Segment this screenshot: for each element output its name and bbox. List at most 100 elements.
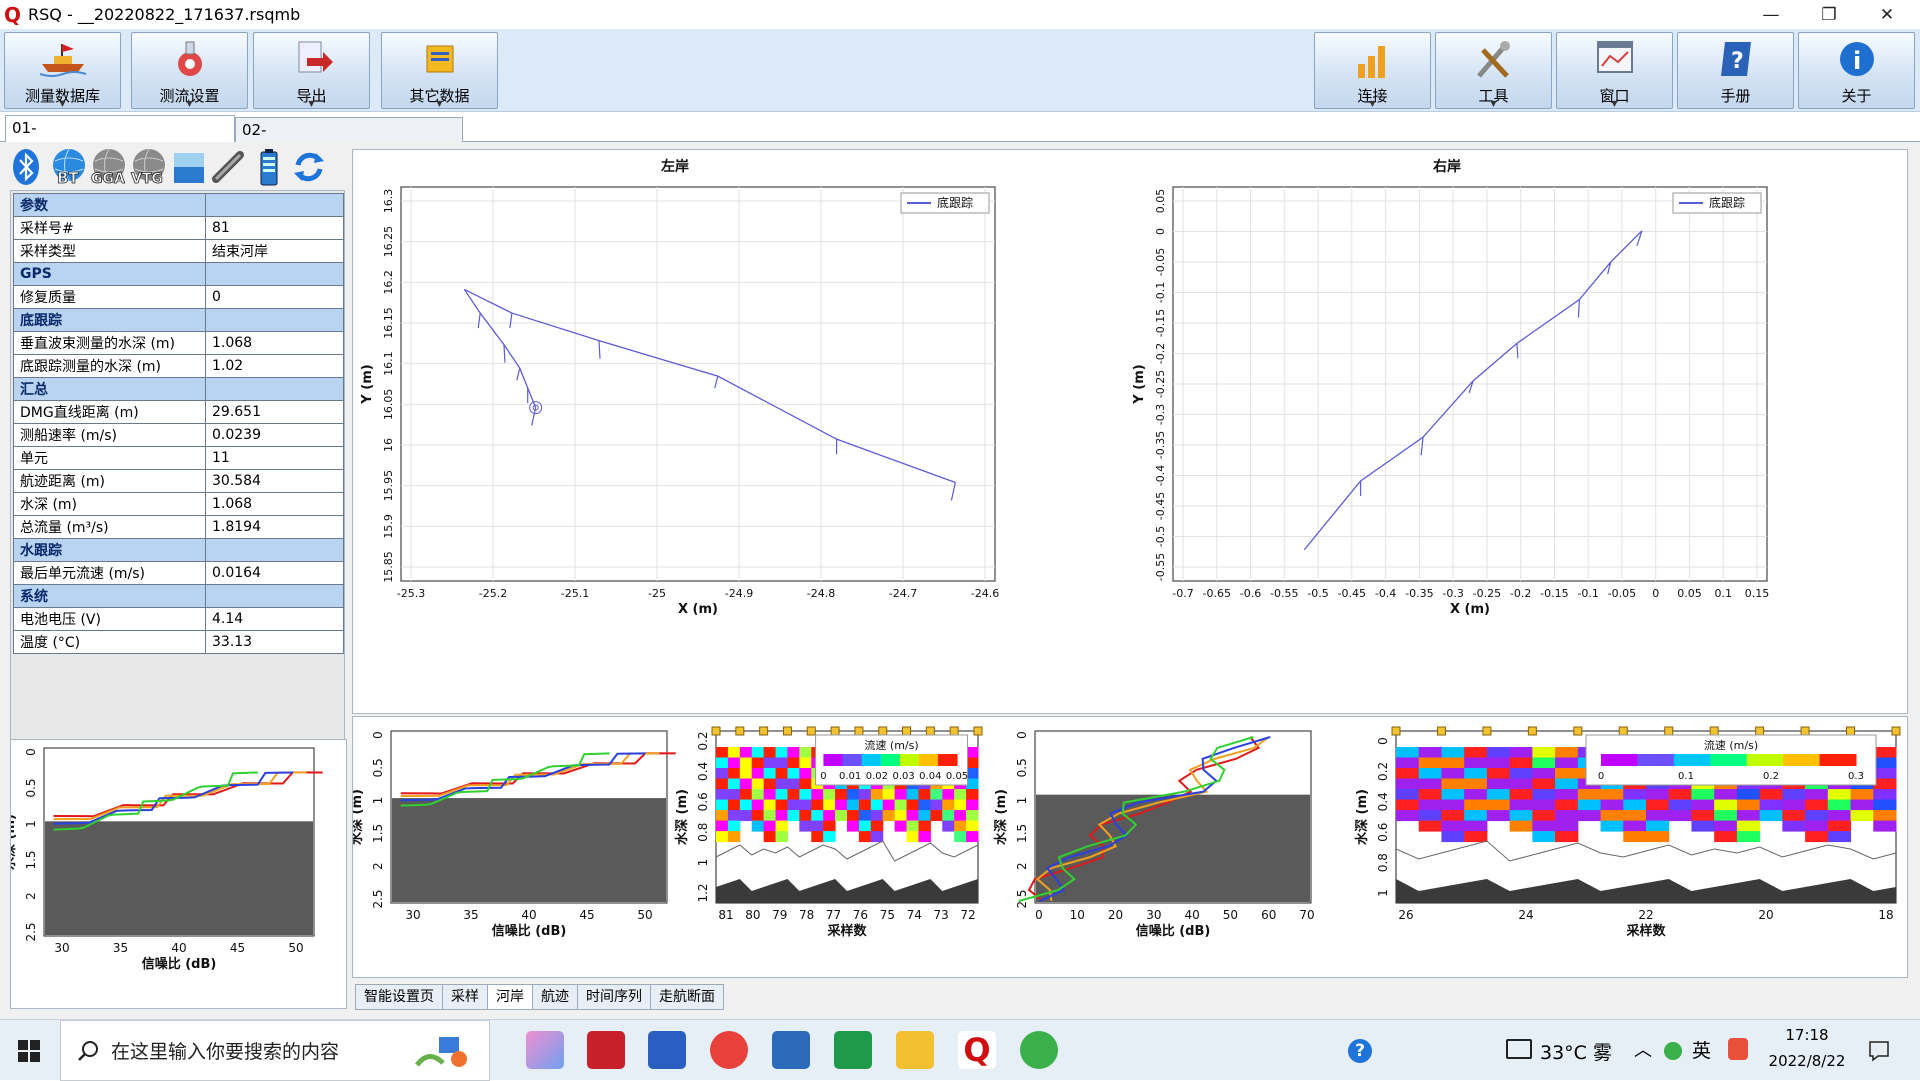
x-tick-label: 18 [1878, 908, 1893, 922]
colorbar-swatch [918, 754, 939, 766]
velocity-cell [1805, 789, 1829, 801]
weather-text[interactable]: 33°C 雾 [1540, 1038, 1612, 1065]
velocity-cell [1600, 810, 1624, 822]
x-axis-label: 信噪比 (dB) [492, 923, 567, 939]
velocity-cell [966, 789, 979, 801]
riverbed-area [45, 821, 313, 935]
param-key: 水深 (m) [13, 492, 206, 516]
y-tick-label: 15.95 [382, 470, 395, 502]
y-tick-label: -0.45 [1154, 492, 1167, 520]
y-tick-label: 15.9 [382, 514, 395, 539]
param-key: 修复质量 [13, 285, 206, 309]
taskbar-app-cloud-icon[interactable] [710, 1031, 748, 1069]
velocity-cell [1509, 799, 1533, 811]
taskbar-app-wechat-icon[interactable] [1020, 1031, 1058, 1069]
ensemble-marker [1846, 726, 1856, 736]
window-button[interactable]: 窗口 ▼ [1556, 32, 1673, 109]
close-button[interactable]: ✕ [1858, 0, 1916, 29]
velocity-cell [1555, 810, 1579, 822]
database-button[interactable]: 测量数据库 ▼ [4, 32, 121, 109]
velocity-cell [882, 810, 896, 822]
about-info-icon: i [1839, 42, 1874, 76]
velocity-cell [1396, 757, 1420, 769]
velocity-cell [1441, 778, 1465, 790]
velocity-cell [858, 831, 872, 843]
tab-transect-01[interactable]: 01-Transect_20220822171218 [5, 115, 235, 161]
notification-icon[interactable] [1868, 1040, 1890, 1062]
other-data-button[interactable]: 其它数据 ▼ [381, 32, 498, 109]
colorbar: 流速 (m/s) 0 0.1 0.2 0.3 [1585, 734, 1877, 786]
y-tick-label: 0.5 [24, 778, 38, 797]
taskbar-app-feishu-icon[interactable] [526, 1031, 564, 1069]
velocity-cell [1396, 799, 1420, 811]
x-tick-label: 35 [463, 908, 478, 922]
taskbar-search[interactable]: 在这里输入你要搜索的内容 [60, 1020, 490, 1081]
x-tick-label: 0.15 [1745, 587, 1770, 600]
velocity-cell [787, 768, 800, 780]
minimize-button[interactable]: — [1742, 0, 1800, 29]
velocity-cell [1418, 778, 1442, 790]
view-tab-3[interactable]: 航迹 [532, 984, 578, 1010]
view-tab-0[interactable]: 智能设置页 [355, 984, 443, 1010]
x-tick-label: -0.4 [1375, 587, 1396, 600]
bt-label: BT [57, 169, 79, 187]
velocity-cell [1668, 810, 1692, 822]
tools-button[interactable]: 工具 ▼ [1435, 32, 1552, 109]
news-widget-icon[interactable] [1506, 1039, 1532, 1059]
manual-button[interactable]: ? 手册 [1677, 32, 1794, 109]
connect-button[interactable]: 连接 ▼ [1314, 32, 1431, 109]
velocity-cell [775, 799, 788, 811]
velocity-cell [1555, 768, 1579, 780]
clock-time[interactable]: 17:18 [1772, 1026, 1842, 1044]
search-icon [78, 1041, 98, 1061]
velocity-cell [847, 820, 860, 832]
tray-chevron-icon[interactable]: ︿ [1634, 1036, 1652, 1062]
help-icon[interactable]: ? [1348, 1039, 1372, 1063]
taskbar-app-monitor-icon[interactable] [772, 1031, 810, 1069]
y-tick-label: 16.25 [382, 226, 395, 258]
about-button[interactable]: i 关于 [1798, 32, 1915, 109]
export-button[interactable]: 导出 ▼ [253, 32, 370, 109]
x-tick-label: 10 [1070, 908, 1085, 922]
view-tab-1[interactable]: 采样 [442, 984, 488, 1010]
taskbar-app-explorer-icon[interactable] [896, 1031, 934, 1069]
y-tick-label: 16.2 [382, 270, 395, 295]
windows-start-icon[interactable] [18, 1040, 40, 1062]
y-axis-label: Y (m) [1132, 364, 1147, 404]
velocity-cell [1555, 778, 1579, 790]
x-tick-label: -24.9 [725, 587, 753, 600]
flow-settings-button[interactable]: 测流设置 ▼ [131, 32, 248, 109]
velocity-cell [751, 820, 765, 832]
x-tick-label: -0.55 [1270, 587, 1298, 600]
velocity-cell [763, 768, 777, 780]
view-tab-5[interactable]: 走航断面 [650, 984, 724, 1010]
ime-indicator[interactable]: 英 [1692, 1036, 1711, 1063]
velocity-cell [739, 768, 753, 780]
taskbar-app-rsq-icon[interactable]: Q [958, 1031, 996, 1069]
maximize-button[interactable]: ❐ [1800, 0, 1858, 29]
velocity-cell [1782, 810, 1806, 822]
tab-transect-02[interactable]: 02-Transect_20220822171450 [235, 117, 463, 163]
view-tab-2[interactable]: 河岸 [487, 984, 533, 1010]
taskbar-app-calculator-icon[interactable] [648, 1031, 686, 1069]
clock-date[interactable]: 2022/8/22 [1766, 1052, 1848, 1070]
velocity-cell [1441, 831, 1465, 843]
x-tick-label: -0.45 [1338, 587, 1366, 600]
velocity-cell [1805, 810, 1829, 822]
tray-app-icon[interactable] [1728, 1038, 1748, 1060]
velocity-cell [858, 789, 872, 801]
y-tick-label: 16.15 [382, 307, 395, 339]
taskbar-app-solidworks-icon[interactable] [587, 1031, 625, 1069]
refresh-icon[interactable] [290, 147, 328, 187]
tray-wechat-icon[interactable] [1664, 1042, 1682, 1060]
velocity-cell [775, 789, 788, 801]
taskbar-app-sheets-icon[interactable] [834, 1031, 872, 1069]
chart-legend: 底跟踪 [1672, 192, 1762, 214]
velocity-cell [1486, 768, 1511, 780]
snr-profile-chart-2: 0 10 20 30 40 50 60 7000.511.522.5信噪比 (dB)水深 (m… [993, 730, 1315, 939]
velocity-cell [1577, 810, 1602, 822]
view-tab-4[interactable]: 时间序列 [577, 984, 651, 1010]
x-tick-label: 50 [637, 908, 652, 922]
velocity-cell [1418, 768, 1442, 780]
left-snr-chart: 30 35 40 45 50 0 0.5 1 1.5 2 2.5 信噪比 (dB) 水深 (m) [2, 747, 323, 972]
